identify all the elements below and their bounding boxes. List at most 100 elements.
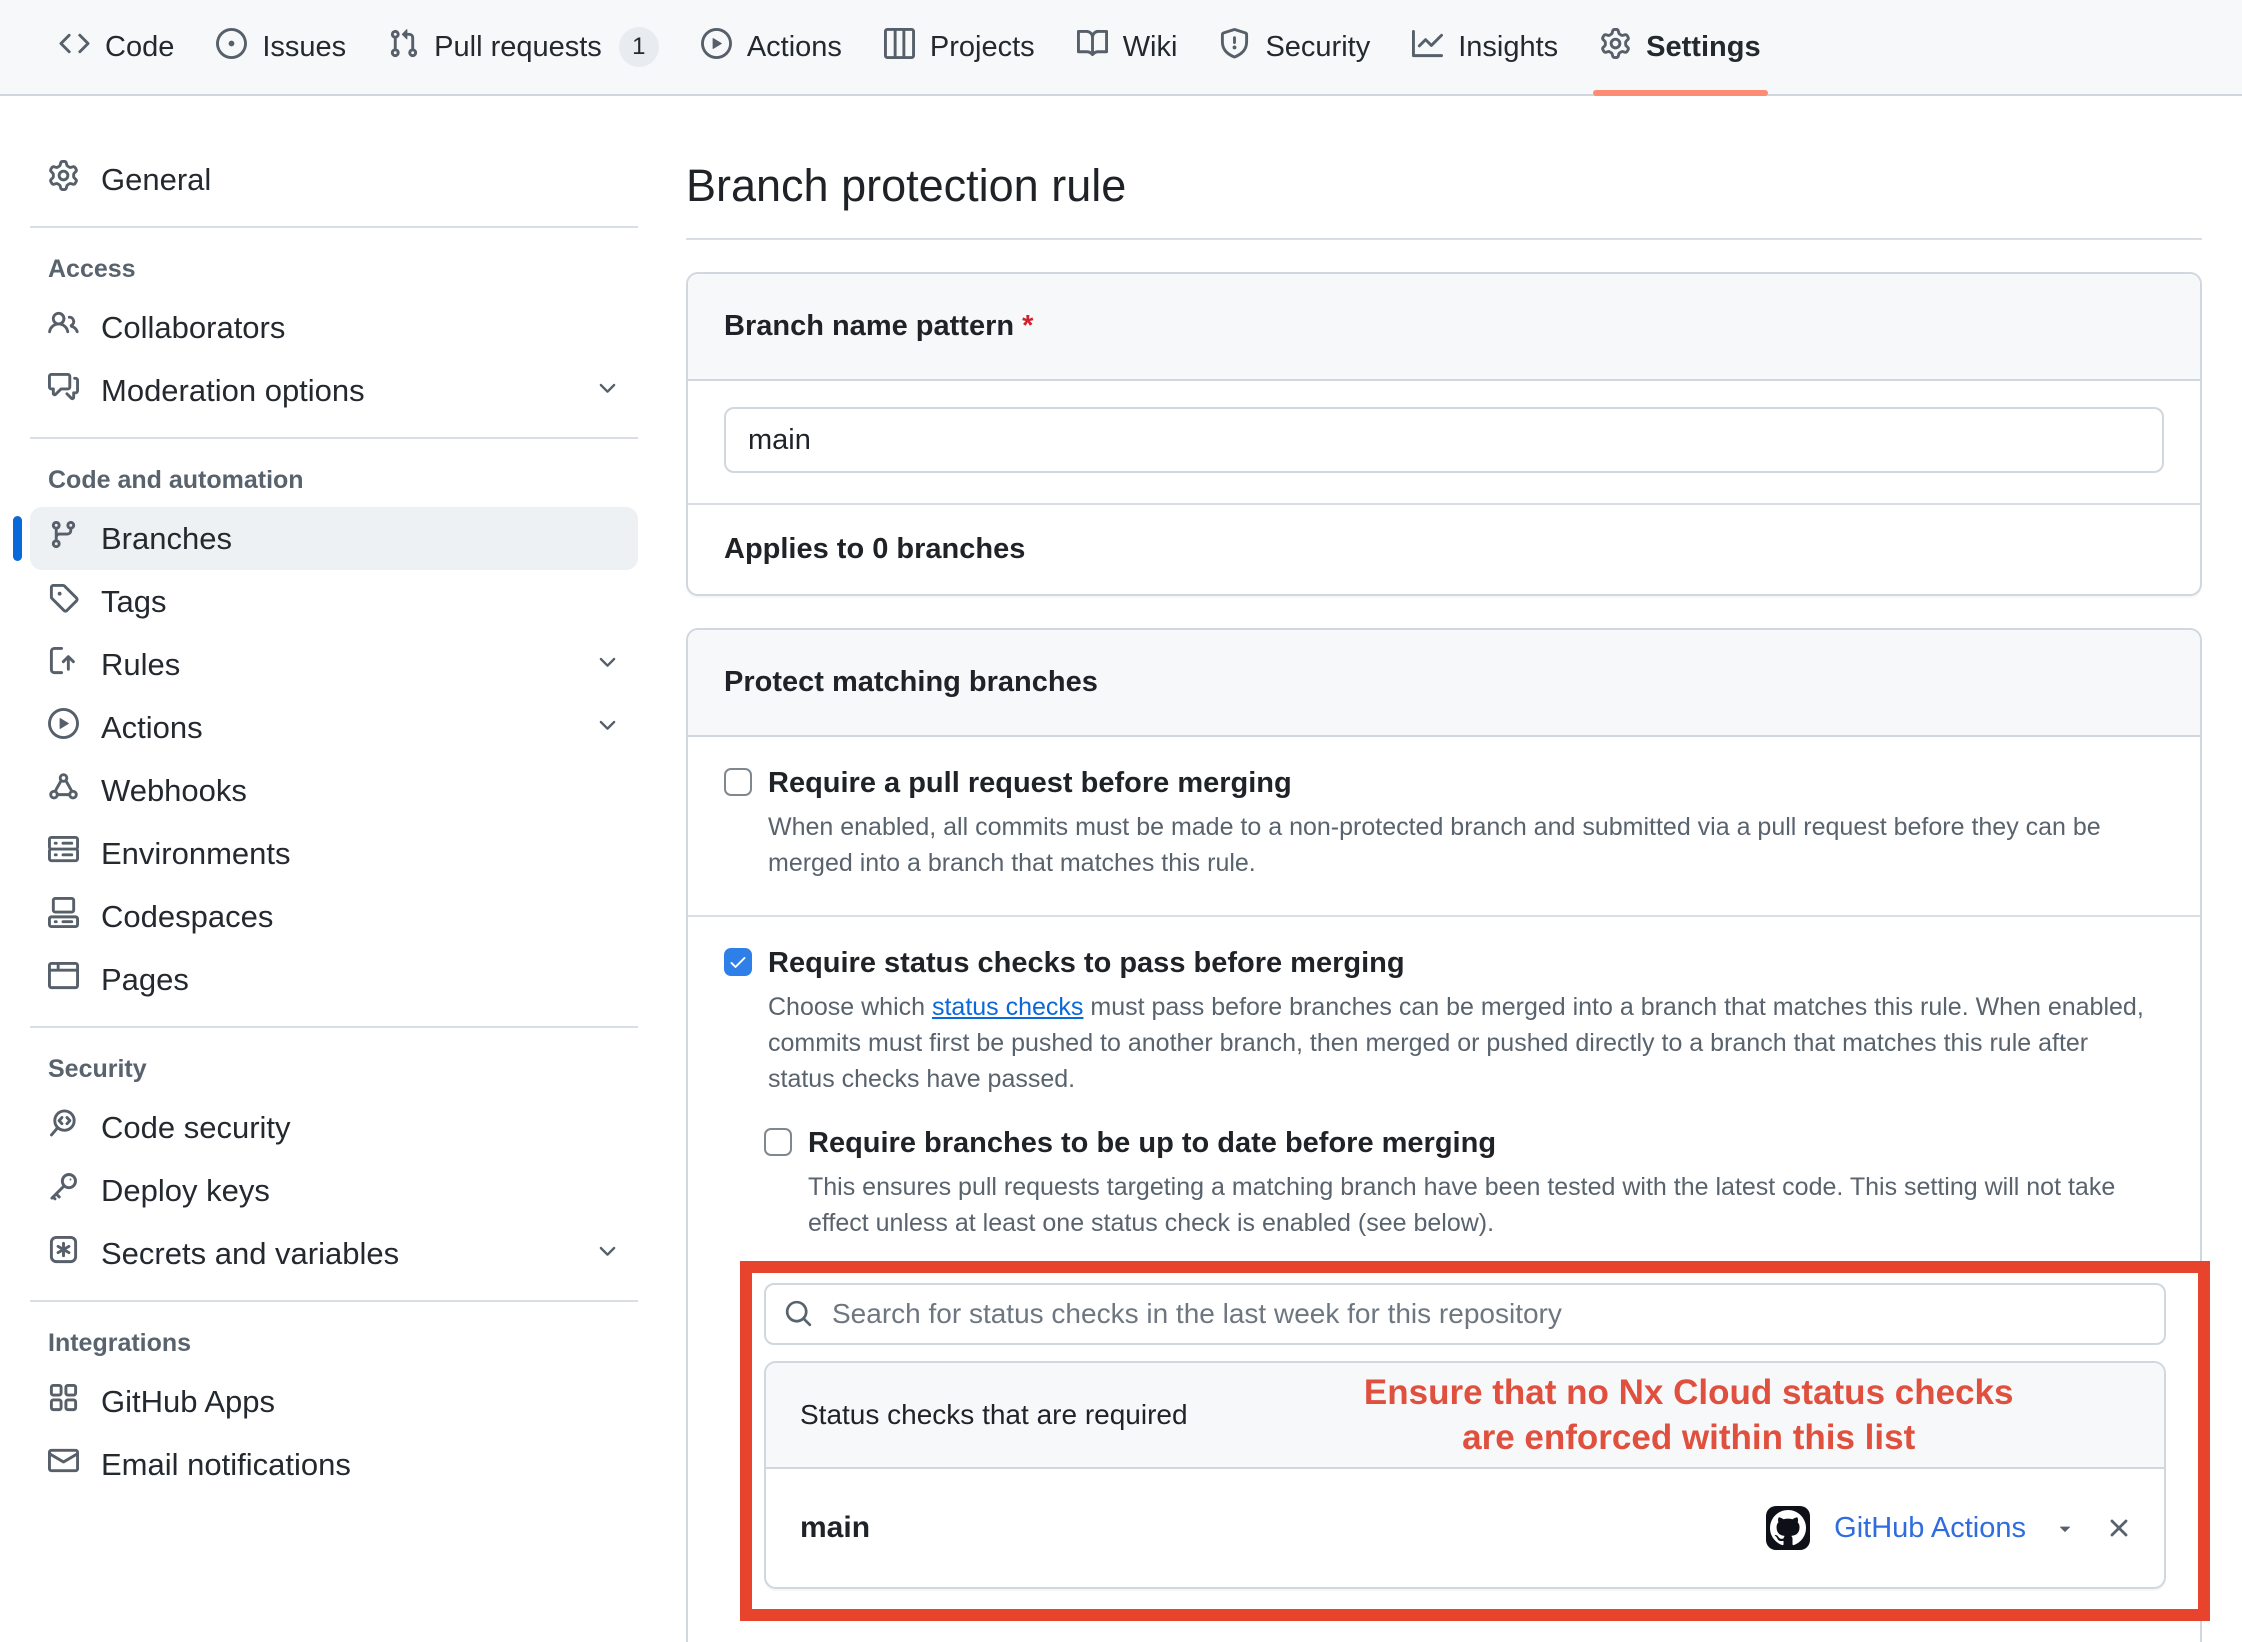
people-icon [48,308,79,347]
sidebar-divider [30,1026,638,1028]
issue-opened-icon [216,28,247,67]
git-pull-request-icon [388,28,419,67]
sidebar-item-label: Deploy keys [101,1173,270,1209]
annotation-text: Ensure that no Nx Cloud status checks ar… [1269,1370,2108,1460]
play-icon [701,28,732,67]
mail-icon [48,1445,79,1484]
require-status-checks-checkbox[interactable] [724,948,752,976]
tab-settings[interactable]: Settings [1579,0,1781,94]
option-require-up-to-date: Require branches to be up to date before… [764,1125,2164,1241]
status-checks-link[interactable]: status checks [932,993,1083,1021]
branch-name-pattern-card: Branch name pattern* Applies to 0 branch… [686,272,2202,596]
git-branch-icon [48,519,79,558]
sidebar-item-actions[interactable]: Actions [30,696,638,759]
status-checks-search-input[interactable] [764,1283,2166,1345]
sidebar-item-label: Moderation options [101,373,365,409]
tab-security[interactable]: Security [1198,0,1391,94]
webhook-icon [48,771,79,810]
sidebar-divider [30,226,638,228]
sidebar-item-label: Pages [101,962,189,998]
book-icon [1077,28,1108,67]
sidebar-item-pages[interactable]: Pages [30,948,638,1011]
sidebar-item-environments[interactable]: Environments [30,822,638,885]
settings-sidebar: General Access Collaborators Moderation … [0,96,660,1536]
status-check-name: main [800,1511,870,1545]
sidebar-divider [30,437,638,439]
sidebar-item-codespaces[interactable]: Codespaces [30,885,638,948]
chevron-down-icon [595,373,620,409]
tag-icon [48,582,79,621]
sidebar-item-branches[interactable]: Branches [30,507,638,570]
option-require-pull-request: Require a pull request before merging Wh… [688,737,2200,915]
sidebar-item-general[interactable]: General [30,148,638,211]
status-checks-table-header: Status checks that are required Ensure t… [766,1363,2164,1469]
branch-name-pattern-header: Branch name pattern* [688,274,2200,381]
tab-issues[interactable]: Issues [195,0,367,94]
tab-label: Code [105,31,174,64]
check-icon [728,952,748,972]
tab-label: Pull requests [434,31,602,64]
codespaces-icon [48,897,79,936]
sidebar-item-label: Webhooks [101,773,247,809]
sidebar-item-label: Rules [101,647,180,683]
option-description: This ensures pull requests targeting a m… [808,1169,2164,1241]
remove-status-check-button[interactable] [2104,1513,2134,1543]
sidebar-item-code-security[interactable]: Code security [30,1096,638,1159]
sidebar-item-email-notifications[interactable]: Email notifications [30,1433,638,1496]
annotation-line-2: are enforced within this list [1269,1415,2108,1460]
shield-icon [1219,28,1250,67]
sidebar-item-label: Email notifications [101,1447,351,1483]
tab-label: Projects [930,31,1035,64]
description-text: Choose which [768,993,932,1021]
sidebar-item-collaborators[interactable]: Collaborators [30,296,638,359]
require-pull-request-checkbox[interactable] [724,768,752,796]
option-title: Require status checks to pass before mer… [768,945,2153,981]
branch-name-pattern-body [688,381,2200,503]
tab-actions[interactable]: Actions [680,0,863,94]
tab-pull-requests[interactable]: Pull requests 1 [367,0,680,94]
sidebar-item-label: Code security [101,1110,291,1146]
required-asterisk: * [1022,310,1033,342]
graph-icon [1412,28,1443,67]
sidebar-item-rules[interactable]: Rules [30,633,638,696]
tab-wiki[interactable]: Wiki [1056,0,1199,94]
sidebar-item-secrets-and-variables[interactable]: Secrets and variables [30,1222,638,1285]
sidebar-item-label: Secrets and variables [101,1236,399,1272]
sidebar-section-title: Code and automation [30,454,638,507]
tab-label: Insights [1458,31,1558,64]
sidebar-item-label: General [101,162,211,198]
gear-icon [1600,28,1631,67]
sidebar-item-moderation-options[interactable]: Moderation options [30,359,638,422]
protect-matching-branches-card: Protect matching branches Require a pull… [686,628,2202,1642]
option-description: When enabled, all commits must be made t… [768,809,2153,881]
required-status-checks-table: Status checks that are required Ensure t… [764,1361,2166,1589]
sidebar-item-label: Actions [101,710,203,746]
tab-code[interactable]: Code [38,0,195,94]
codescan-icon [48,1108,79,1147]
option-title: Require branches to be up to date before… [808,1125,2164,1161]
sidebar-item-label: Codespaces [101,899,273,935]
sidebar-item-tags[interactable]: Tags [30,570,638,633]
sidebar-item-github-apps[interactable]: GitHub Apps [30,1370,638,1433]
require-up-to-date-checkbox[interactable] [764,1128,792,1156]
github-actions-avatar [1766,1506,1810,1550]
sidebar-item-label: Branches [101,521,232,557]
tab-label: Security [1265,31,1370,64]
triangle-down-icon[interactable] [2054,1517,2076,1539]
status-checks-table-header-label: Status checks that are required [800,1399,1188,1431]
gear-icon [48,160,79,199]
sidebar-item-webhooks[interactable]: Webhooks [30,759,638,822]
sidebar-item-deploy-keys[interactable]: Deploy keys [30,1159,638,1222]
tab-projects[interactable]: Projects [863,0,1056,94]
chevron-down-icon [595,647,620,683]
search-icon [784,1299,813,1328]
github-actions-link[interactable]: GitHub Actions [1834,1512,2026,1545]
branch-name-pattern-input[interactable] [724,407,2164,473]
apps-icon [48,1382,79,1421]
sidebar-section-title: Access [30,243,638,296]
tab-insights[interactable]: Insights [1391,0,1579,94]
pull-requests-count-badge: 1 [619,27,659,67]
option-description: Choose which status checks must pass bef… [768,989,2153,1097]
browser-icon [48,960,79,999]
tab-label: Settings [1646,31,1760,64]
